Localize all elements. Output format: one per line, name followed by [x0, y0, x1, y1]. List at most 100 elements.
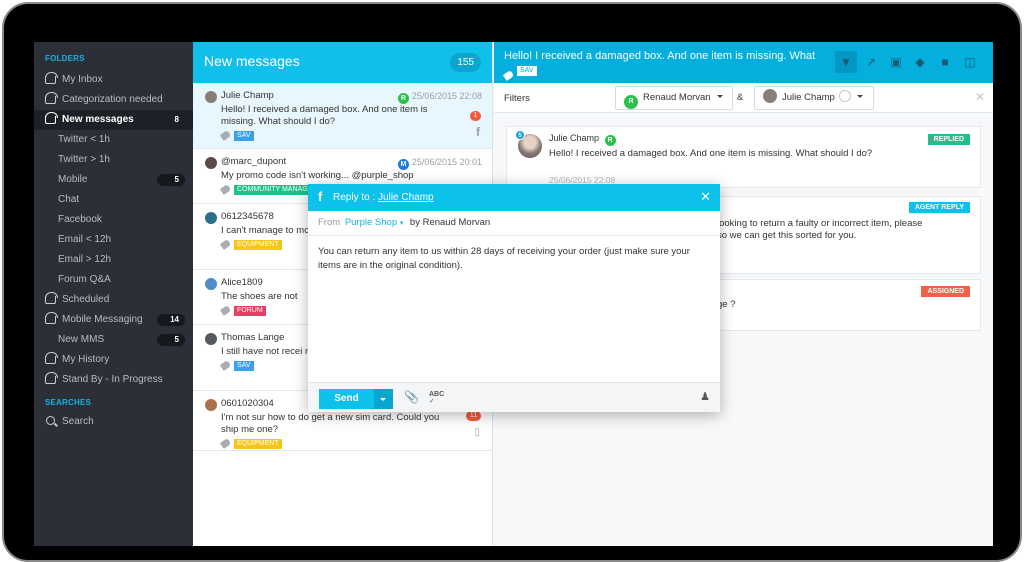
sidebar-item-label: Stand By - In Progress	[62, 374, 163, 385]
trash-icon[interactable]: ◫	[959, 51, 981, 73]
tag-icon	[219, 239, 232, 250]
tag-badge[interactable]: COMMUNITY MANAG	[234, 185, 311, 195]
sidebar-item-label: Mobile	[58, 174, 88, 185]
inbox-icon	[44, 292, 58, 304]
sidebar-item-label: Facebook	[58, 214, 102, 225]
sidebar-item-label: Mobile Messaging	[62, 314, 143, 325]
status-badge: ASSIGNED	[921, 286, 970, 297]
reply-from-row: From Purple Shop ▾ by Renaud Morvan	[308, 211, 720, 236]
sidebar-item[interactable]: Twitter > 1h	[34, 150, 193, 170]
sidebar-item[interactable]: Scheduled	[34, 290, 193, 310]
agent-avatar: R	[624, 95, 638, 109]
sidebar-item-search[interactable]: Search	[34, 412, 193, 432]
sidebar-item[interactable]: Chat	[34, 190, 193, 210]
sidebar-item-label: New MMS	[58, 334, 105, 345]
tag-icon	[219, 305, 232, 316]
facebook-icon: f	[318, 189, 323, 204]
close-icon[interactable]: ✕	[700, 189, 711, 205]
sidebar-item-label: Categorization needed	[62, 94, 163, 105]
message-count-badge: 5	[515, 130, 525, 140]
avatar	[205, 91, 217, 103]
sidebar-item[interactable]: Mobile Messaging 14	[34, 310, 193, 330]
tag-badge[interactable]: SAV	[517, 66, 537, 76]
sidebar-item[interactable]: New MMS 5	[34, 330, 193, 350]
sidebar-item-label: Scheduled	[62, 294, 110, 305]
count-badge: 5	[157, 334, 185, 346]
avatar	[205, 278, 217, 290]
sidebar-item[interactable]: Twitter < 1h	[34, 130, 193, 150]
card-text: Hello! I received a damaged box. And one…	[549, 148, 873, 159]
customer-filter-dropdown[interactable]: Julie Champ	[754, 86, 874, 110]
from-account-dropdown[interactable]: Purple Shop ▾	[345, 217, 403, 228]
count-badge: 5	[157, 174, 185, 186]
avatar	[205, 333, 217, 345]
tag-icon	[219, 184, 232, 195]
open-external-icon[interactable]: ↗	[860, 51, 882, 73]
reply-dialog: f Reply to : Julie Champ ✕ From Purple S…	[308, 184, 720, 412]
tag-badge[interactable]: SAV	[234, 131, 254, 141]
avatar	[205, 399, 217, 411]
close-filters-icon[interactable]: ✕	[975, 90, 985, 104]
conversation-card[interactable]: 5 Julie Champ R Hello! I received a dama…	[506, 126, 981, 188]
spellcheck-icon[interactable]: ABC ✓	[429, 391, 444, 405]
sidebar-item[interactable]: Facebook	[34, 210, 193, 230]
sidebar-item[interactable]: My Inbox	[34, 70, 193, 90]
sidebar-item[interactable]: Email < 12h	[34, 230, 193, 250]
sidebar-item[interactable]: Email > 12h	[34, 250, 193, 270]
customer-filter-value: Julie Champ	[782, 92, 835, 103]
sidebar-item[interactable]: Stand By - In Progress	[34, 370, 193, 390]
tag-badge[interactable]: EQUIPMENT	[234, 439, 282, 449]
user-assign-icon[interactable]: ♟	[700, 390, 710, 403]
inbox-icon	[44, 92, 58, 104]
facebook-icon: f	[476, 125, 480, 139]
reply-to-label: Reply to : Julie Champ	[333, 192, 434, 203]
inbox-icon	[44, 312, 58, 324]
list-count-badge: 155	[450, 53, 481, 72]
sidebar-item-label: My Inbox	[62, 74, 103, 85]
send-options-dropdown[interactable]	[374, 389, 393, 409]
mobile-icon: ▯	[474, 427, 480, 438]
tag-badge[interactable]: SAV	[234, 361, 254, 371]
archive-icon[interactable]: ■	[934, 51, 956, 73]
agent-filter-dropdown[interactable]: R Renaud Morvan	[615, 86, 733, 110]
sidebar-item[interactable]: Forum Q&A	[34, 270, 193, 290]
reply-toolbar: Send 📎 ABC ✓ ♟	[308, 382, 720, 412]
clock-icon	[838, 90, 851, 102]
sidebar-item[interactable]: New messages 8	[34, 110, 193, 130]
tag-icon	[502, 70, 515, 81]
message-date: R 25/06/2015 22:08	[397, 89, 482, 104]
message-tags: EQUIPMENT	[203, 438, 482, 450]
tag-icon	[219, 360, 232, 371]
status-badge: REPLIED	[927, 134, 970, 145]
reply-textarea[interactable]: You can return any item to us within 28 …	[308, 236, 720, 382]
card-text: so we can get this sorted for you.	[717, 230, 857, 241]
message-preview: Hello! I received a damaged box. And one…	[221, 104, 428, 127]
card-text: looking to return a faulty or incorrect …	[717, 218, 923, 229]
reply-recipient-link[interactable]: Julie Champ	[378, 192, 434, 203]
card-author: Julie Champ R	[549, 133, 619, 146]
message-preview: My promo code isn't working... @purple_s…	[221, 170, 414, 181]
message-list-item[interactable]: Julie Champ R 25/06/2015 22:08 Hello! I rec…	[193, 83, 492, 149]
tag-badge[interactable]: FORUM	[234, 306, 266, 316]
sidebar-item-label: Search	[62, 416, 94, 427]
attachment-icon[interactable]: 📎	[404, 390, 419, 404]
sidebar-item-label: Chat	[58, 194, 80, 205]
tag-badge[interactable]: EQUIPMENT	[234, 240, 282, 250]
id-card-icon[interactable]: ▣	[885, 51, 907, 73]
sidebar-item[interactable]: Categorization needed	[34, 90, 193, 110]
send-button[interactable]: Send	[319, 389, 374, 409]
status-badge: AGENT REPLY	[908, 202, 970, 213]
sidebar-item[interactable]: My History	[34, 350, 193, 370]
conversation-tags: SAV	[502, 66, 537, 84]
tag-icon[interactable]: ◆	[909, 51, 931, 73]
count-badge: 14	[157, 314, 185, 326]
app-screen: FOLDERS My Inbox Categorization needed New…	[34, 42, 993, 546]
filter-icon[interactable]: ▼	[835, 51, 857, 73]
reply-header: f Reply to : Julie Champ ✕	[308, 184, 720, 211]
tag-icon	[219, 130, 232, 141]
sidebar-item[interactable]: Mobile 5	[34, 170, 193, 190]
avatar	[205, 157, 217, 169]
search-icon	[46, 416, 55, 425]
sidebar-item-label: Email < 12h	[58, 234, 112, 245]
agent-badge: R	[604, 135, 616, 146]
